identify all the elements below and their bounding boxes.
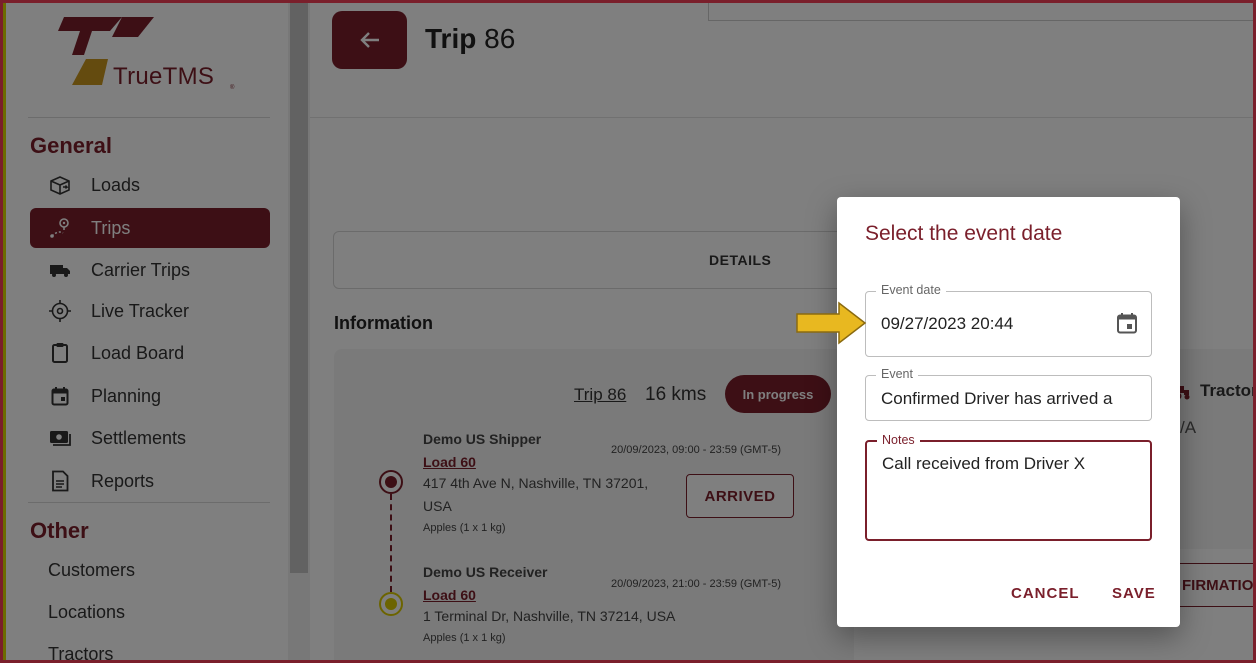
event-date-field[interactable]: Event date 09/27/2023 20:44: [865, 283, 1152, 357]
dialog-title: Select the event date: [865, 222, 1063, 245]
event-value: Confirmed Driver has arrived a: [881, 389, 1113, 408]
event-date-dialog: Select the event date Event date 09/27/2…: [837, 197, 1180, 627]
event-field[interactable]: Event Confirmed Driver has arrived a: [865, 367, 1152, 421]
notes-label: Notes: [877, 433, 920, 447]
calendar-icon[interactable]: [1115, 311, 1139, 335]
save-button[interactable]: SAVE: [1112, 585, 1156, 602]
notes-value: Call received from Driver X: [882, 454, 1086, 473]
event-label: Event: [876, 367, 918, 381]
notes-field[interactable]: Notes Call received from Driver X: [865, 433, 1152, 541]
event-date-value: 09/27/2023 20:44: [881, 314, 1014, 333]
cancel-button[interactable]: CANCEL: [1011, 585, 1080, 602]
app-window: TrueTMS ® General Loads Trips Carrier Tr…: [0, 0, 1256, 663]
annotation-arrow-icon: [796, 301, 867, 345]
event-date-label: Event date: [876, 283, 946, 297]
